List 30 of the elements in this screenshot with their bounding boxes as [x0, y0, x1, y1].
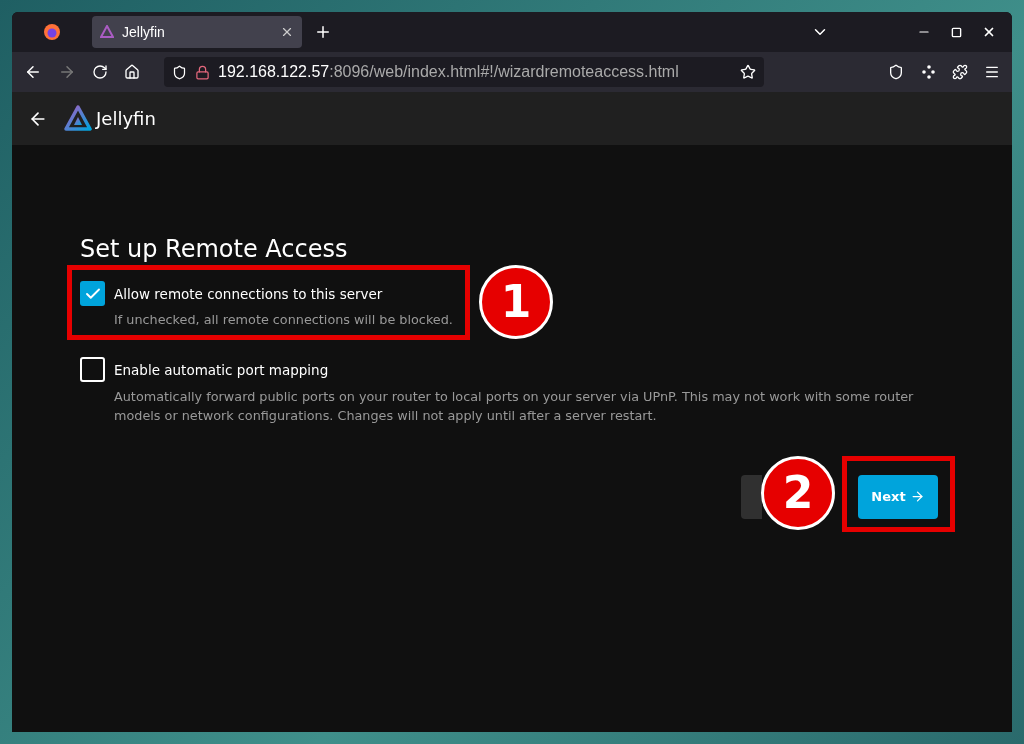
lock-icon[interactable]: [195, 64, 210, 80]
app-name: Jellyfin: [96, 107, 156, 131]
home-icon[interactable]: [124, 64, 140, 80]
url-text: 192.168.122.57:8096/web/index.html#!/wizardremoteaccess.html: [218, 62, 680, 82]
checkbox-description: If unchecked, all remote connections will be blocked.: [114, 311, 453, 330]
browser-logo-icon[interactable]: [43, 23, 61, 41]
checkbox-description: Automatically forward public ports on your router to local ports on your server via UPnP. This may not work with some router models or network configurations. Changes will not apply until after a server restart.: [114, 387, 915, 425]
tab-logo-icon: [100, 25, 114, 39]
page-title: Set up Remote Access: [80, 234, 349, 265]
shield-icon[interactable]: [172, 64, 187, 80]
reload-icon[interactable]: [92, 64, 108, 80]
arrow-right-icon: [909, 489, 925, 504]
forward-icon: [58, 63, 76, 81]
maximize-icon[interactable]: [951, 26, 962, 38]
logo-icon: [64, 104, 92, 133]
dots-icon[interactable]: [920, 64, 936, 80]
close-icon[interactable]: [982, 25, 996, 39]
bookmark-star-icon[interactable]: [740, 64, 756, 80]
checkbox[interactable]: [80, 281, 105, 306]
checkbox[interactable]: [80, 357, 105, 383]
back-icon[interactable]: [24, 63, 42, 81]
tab-title: Jellyfin: [122, 22, 166, 42]
close-icon[interactable]: [280, 25, 294, 39]
checkbox-label[interactable]: Enable automatic port mapping: [114, 360, 942, 381]
browser-tab[interactable]: Jellyfin: [92, 16, 302, 48]
checkbox-label[interactable]: Allow remote connections to this server: [114, 284, 453, 305]
address-bar[interactable]: 192.168.122.57:8096/web/index.html#!/wizardremoteaccess.html: [164, 57, 764, 87]
extensions-icon[interactable]: [952, 64, 968, 80]
new-tab-icon[interactable]: [314, 23, 332, 41]
menu-icon[interactable]: [984, 64, 1000, 80]
